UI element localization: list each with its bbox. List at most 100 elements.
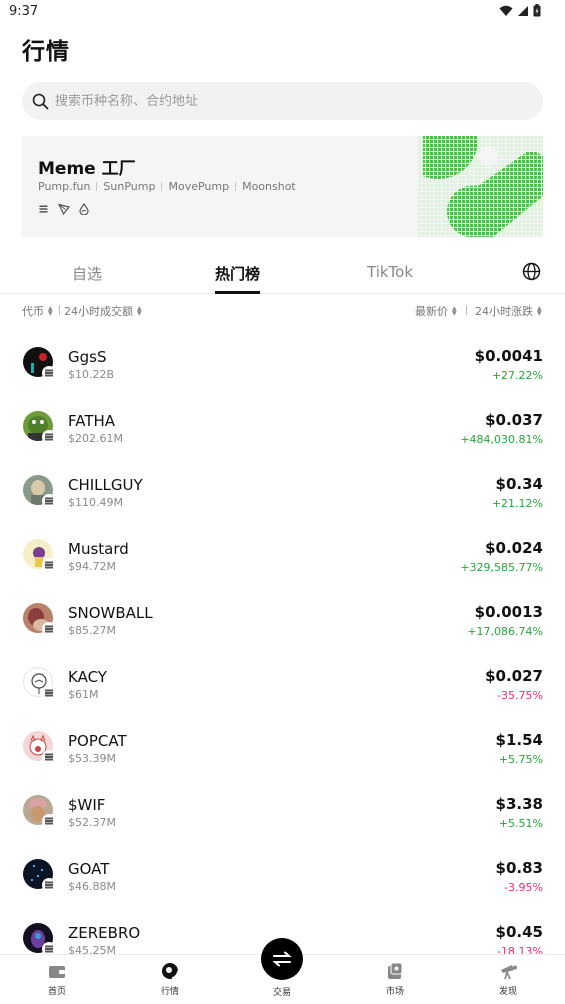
platform-link[interactable]: Pump.fun bbox=[38, 180, 90, 193]
status-icons bbox=[499, 4, 541, 17]
token-price: $0.45 bbox=[495, 923, 543, 941]
divider bbox=[235, 182, 237, 191]
token-price: $0.34 bbox=[495, 475, 543, 493]
token-symbol: $WIF bbox=[68, 796, 106, 814]
token-symbol: CHILLGUY bbox=[68, 476, 143, 494]
token-row[interactable]: CHILLGUY $110.49M $0.34 +21.12% bbox=[0, 459, 565, 523]
sort-change-label: 24小时涨跌 bbox=[475, 305, 533, 318]
token-row[interactable]: GOAT $46.88M $0.83 -3.95% bbox=[0, 843, 565, 907]
token-change: +5.51% bbox=[498, 817, 543, 830]
platform-link[interactable]: Moonshot bbox=[242, 180, 296, 193]
nav-label: 首页 bbox=[47, 987, 66, 997]
swap-icon bbox=[272, 951, 292, 967]
token-volume: $202.61M bbox=[68, 432, 123, 445]
token-symbol: KACY bbox=[68, 668, 107, 686]
collection-icon bbox=[388, 962, 403, 979]
token-row[interactable]: Mustard $94.72M $0.024 +329,585.77% bbox=[0, 523, 565, 587]
solana-badge-icon bbox=[42, 430, 56, 444]
sort-arrows-icon: ▲ ▼ bbox=[452, 305, 457, 317]
token-row[interactable]: KACY $61M $0.027 -35.75% bbox=[0, 651, 565, 715]
platform-link[interactable]: MovePump bbox=[168, 180, 229, 193]
token-change: +21.12% bbox=[491, 497, 543, 510]
solana-badge-icon bbox=[42, 558, 56, 572]
token-change: -35.75% bbox=[497, 689, 543, 702]
token-symbol: SNOWBALL bbox=[68, 604, 153, 622]
token-price: $0.027 bbox=[485, 667, 543, 685]
solana-icon bbox=[39, 205, 48, 213]
nav-label: 行情 bbox=[160, 987, 179, 997]
token-change: +27.22% bbox=[491, 369, 543, 382]
token-row[interactable]: FATHA $202.61M $0.037 +484,030.81% bbox=[0, 395, 565, 459]
sort-change[interactable]: 24小时涨跌 ▲ ▼ bbox=[475, 303, 542, 319]
nav-market[interactable]: 行情 bbox=[140, 961, 200, 997]
sort-token[interactable]: 代币 ▲ ▼ bbox=[22, 303, 53, 319]
sort-bar: 代币 ▲ ▼ 24小时成交额 ▲ ▼ 最新价 ▲ ▼ 24小时涨跌 ▲ ▼ bbox=[0, 302, 565, 318]
sort-token-label: 代币 bbox=[22, 305, 44, 318]
solana-badge-icon bbox=[42, 814, 56, 828]
nav-label: 交易 bbox=[272, 988, 291, 998]
sort-volume[interactable]: 24小时成交额 ▲ ▼ bbox=[64, 303, 142, 319]
banner-chain-icons bbox=[38, 203, 90, 215]
token-price: $3.38 bbox=[495, 795, 543, 813]
meme-factory-banner[interactable]: Meme 工厂 Pump.fun SunPump MovePump Moonsh… bbox=[22, 136, 543, 237]
token-volume: $53.39M bbox=[68, 752, 116, 765]
nav-discover[interactable]: 发现 bbox=[478, 961, 538, 997]
token-change: +329,585.77% bbox=[460, 561, 543, 574]
sui-drop-icon bbox=[79, 203, 89, 215]
token-symbol: POPCAT bbox=[68, 732, 127, 750]
nav-label: 市场 bbox=[385, 987, 404, 997]
nav-nft-market[interactable]: 市场 bbox=[365, 961, 425, 997]
token-change: +484,030.81% bbox=[460, 433, 543, 446]
token-change: -3.95% bbox=[504, 881, 543, 894]
wifi-icon bbox=[499, 5, 513, 16]
sort-arrows-icon: ▲ ▼ bbox=[137, 305, 142, 317]
banner-title: Meme 工厂 bbox=[38, 159, 136, 179]
sort-arrows-icon: ▲ ▼ bbox=[537, 305, 542, 317]
token-symbol: ZEREBRO bbox=[68, 924, 141, 942]
sort-price-label: 最新价 bbox=[415, 305, 448, 318]
search-icon bbox=[32, 93, 49, 109]
market-tabs: 自选 热门榜 TikTok bbox=[0, 253, 565, 294]
discover-icon bbox=[501, 965, 517, 980]
token-price: $0.024 bbox=[485, 539, 543, 557]
token-row[interactable]: $WIF $52.37M $3.38 +5.51% bbox=[0, 779, 565, 843]
token-price: $0.0013 bbox=[474, 603, 543, 621]
wallet-icon bbox=[49, 966, 65, 978]
solana-badge-icon bbox=[42, 750, 56, 764]
tab-hot[interactable]: 热门榜 bbox=[215, 263, 260, 284]
tab-tiktok[interactable]: TikTok bbox=[367, 263, 413, 281]
token-price: $0.037 bbox=[485, 411, 543, 429]
token-row[interactable]: GgsS $10.22B $0.0041 +27.22% bbox=[0, 331, 565, 395]
token-price: $0.83 bbox=[495, 859, 543, 877]
search-input[interactable] bbox=[55, 93, 515, 109]
search-bar[interactable] bbox=[22, 82, 543, 120]
nav-label: 发现 bbox=[498, 987, 517, 997]
solana-badge-icon bbox=[42, 622, 56, 636]
token-row[interactable]: POPCAT $53.39M $1.54 +5.75% bbox=[0, 715, 565, 779]
globe-icon[interactable] bbox=[522, 262, 541, 281]
token-volume: $52.37M bbox=[68, 816, 116, 829]
active-tab-indicator bbox=[215, 291, 260, 294]
token-symbol: GgsS bbox=[68, 348, 107, 366]
token-row[interactable]: SNOWBALL $85.27M $0.0013 +17,086.74% bbox=[0, 587, 565, 651]
solana-badge-icon bbox=[42, 686, 56, 700]
signal-icon bbox=[518, 5, 528, 16]
page-title: 行情 bbox=[22, 39, 70, 65]
solana-badge-icon bbox=[42, 494, 56, 508]
platform-link[interactable]: SunPump bbox=[103, 180, 155, 193]
market-icon bbox=[162, 963, 179, 979]
solana-badge-icon bbox=[42, 878, 56, 892]
token-price: $0.0041 bbox=[474, 347, 543, 365]
token-volume: $10.22B bbox=[68, 368, 115, 381]
token-symbol: FATHA bbox=[68, 412, 116, 430]
status-time: 9:37 bbox=[9, 4, 39, 19]
banner-pixel-art bbox=[418, 136, 543, 237]
nav-home[interactable]: 首页 bbox=[27, 961, 87, 997]
sort-arrows-icon: ▲ ▼ bbox=[48, 305, 53, 317]
token-list: GgsS $10.22B $0.0041 +27.22% FATHA $202.… bbox=[0, 331, 565, 971]
tab-watchlist[interactable]: 自选 bbox=[72, 263, 102, 284]
banner-platform-links: Pump.fun SunPump MovePump Moonshot bbox=[38, 180, 296, 193]
sort-price[interactable]: 最新价 ▲ ▼ bbox=[415, 303, 457, 319]
token-volume: $61M bbox=[68, 688, 99, 701]
trade-button[interactable] bbox=[261, 938, 303, 980]
